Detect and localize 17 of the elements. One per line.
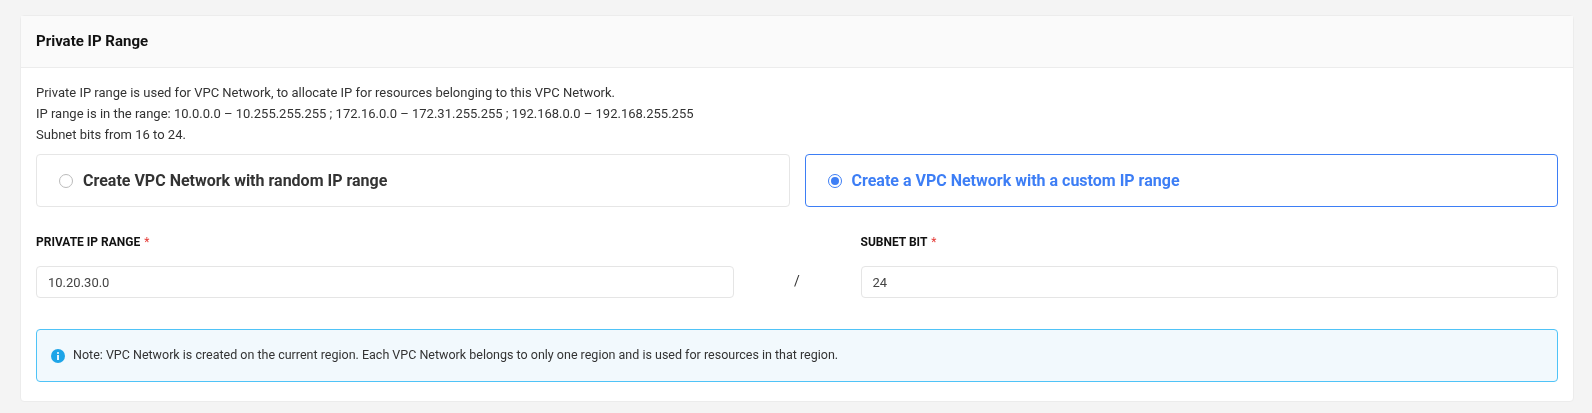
info-icon [51,348,65,363]
input-field[interactable]: 10.20.30.0 [36,266,734,298]
description-text: Subnet bits from 16 to 24. [36,126,186,144]
note-text: Note: VPC Network is created on the current region. Each VPC Network belongs to only one region and is used for resources in that region. [73,346,839,365]
radio-option[interactable]: Create a VPC Network with a custom IP range [804,154,1558,207]
field-label: SUBNET BIT [860,234,928,251]
field-label: PRIVATE IP RANGE [36,234,141,251]
option-label: Create VPC Network with random IP range [83,169,388,192]
card-title: Private IP Range [36,31,149,53]
radio-option[interactable]: Create VPC Network with random IP range [36,154,790,207]
description-text: Private IP range is used for VPC Network, to allocate IP for resources belonging to this VPC Network. [36,84,616,102]
slash-separator: / [794,272,800,291]
required-mark: * [144,234,150,251]
required-mark: * [931,234,937,251]
description-text: IP range is in the range: 10.0.0.0 – 10.255.255.255 ; 172.16.0.0 – 172.31.255.255 ; 192.168.0.0 – 192.168.255.255 [36,105,694,123]
option-label: Create a VPC Network with a custom IP range [851,169,1180,192]
input-field[interactable]: 24 [860,266,1558,298]
